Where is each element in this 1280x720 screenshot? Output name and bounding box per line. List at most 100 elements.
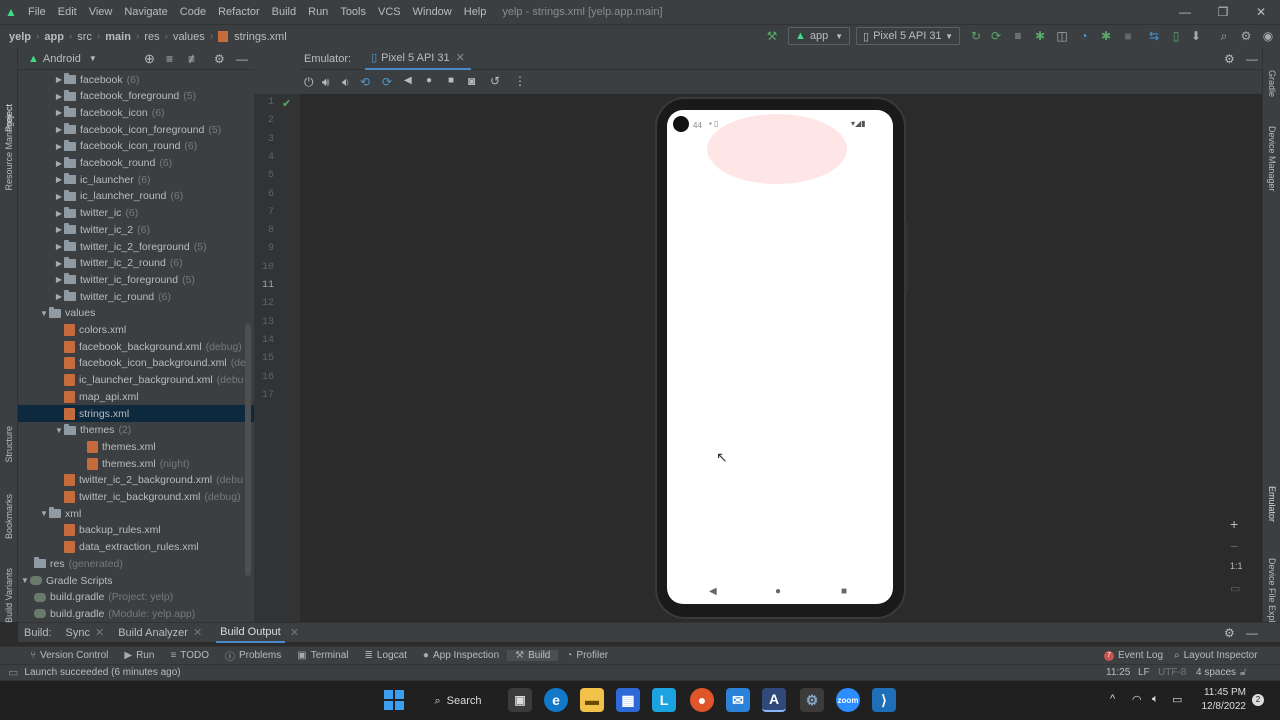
device-manager-icon[interactable]: ▯ — [1168, 28, 1184, 44]
chevron-right-icon[interactable]: ▶ — [54, 125, 64, 134]
stripe-bookmarks[interactable]: Bookmarks — [4, 494, 14, 539]
minimize-icon[interactable]: — — [1166, 0, 1204, 24]
breadcrumb-values[interactable]: values — [170, 31, 208, 43]
profile-icon[interactable]: ◔ — [1076, 28, 1092, 44]
tree-item[interactable]: ic_launcher_background.xml (debu — [18, 372, 254, 389]
tw-problems[interactable]: ⓘ Problems — [217, 648, 289, 663]
nav-home-icon[interactable]: ● — [775, 586, 781, 597]
tree-item[interactable]: twitter_ic_2_background.xml (debu — [18, 472, 254, 489]
vscode-icon[interactable]: ⟩ — [872, 688, 896, 712]
menu-tools[interactable]: Tools — [334, 0, 372, 24]
breadcrumb-res[interactable]: res — [141, 31, 162, 43]
tree-item[interactable]: themes.xml — [18, 438, 254, 455]
hide-icon[interactable]: — — [236, 52, 248, 66]
volume-up-icon[interactable]: 🔊︎ — [322, 75, 330, 90]
restore-icon[interactable]: ❐ — [1204, 0, 1242, 24]
tree-item[interactable]: ▶ facebook_foreground (5) — [18, 88, 254, 105]
close-tab-icon[interactable]: ✕ — [95, 626, 104, 639]
gear-icon[interactable]: ⚙ — [1238, 28, 1254, 44]
chevron-right-icon[interactable]: ▶ — [54, 142, 64, 151]
chevron-right-icon[interactable]: ▶ — [54, 225, 64, 234]
chevron-right-icon[interactable]: ▶ — [54, 159, 64, 168]
menu-view[interactable]: View — [83, 0, 119, 24]
battery-icon[interactable]: ▭ — [1172, 693, 1182, 706]
breadcrumb-main[interactable]: main — [102, 31, 134, 43]
tree-item[interactable]: ▼ Gradle Scripts — [18, 572, 254, 589]
breadcrumb-project[interactable]: yelp — [6, 31, 34, 43]
power-icon[interactable]: ⏻ — [304, 75, 314, 90]
device-select[interactable]: ▯ Pixel 5 API 31 ▼ — [856, 27, 960, 45]
sync-gradle-icon[interactable]: ⇆ — [1146, 28, 1162, 44]
chevron-down-icon[interactable]: ▼ — [54, 426, 64, 435]
chevron-right-icon[interactable]: ▶ — [54, 92, 64, 101]
status-toggle-icon[interactable]: ▭ — [8, 666, 18, 679]
tree-item[interactable]: ▶ ic_launcher_round (6) — [18, 188, 254, 205]
tw-todo[interactable]: ≡ TODO — [162, 650, 217, 661]
file-explorer-icon[interactable]: ▬ — [580, 688, 604, 712]
tree-item[interactable]: res (generated) — [18, 555, 254, 572]
tree-item[interactable]: ▶ facebook_icon_foreground (5) — [18, 121, 254, 138]
taskbar-time[interactable]: 11:45 PM — [1200, 687, 1246, 698]
menu-edit[interactable]: Edit — [52, 0, 83, 24]
close-tab-icon[interactable]: ✕ — [193, 626, 202, 639]
tree-item[interactable]: ▶ ic_launcher (6) — [18, 171, 254, 188]
tree-item[interactable]: build.gradle (Project: yelp) — [18, 589, 254, 606]
tree-item[interactable]: ▶ twitter_ic (6) — [18, 205, 254, 222]
tree-item[interactable]: ▶ twitter_ic_2_round (6) — [18, 255, 254, 272]
tw-run[interactable]: ▶ Run — [116, 650, 162, 661]
zoom-actual-size[interactable]: 1:1 — [1230, 561, 1243, 571]
taskbar-search[interactable]: ⌕ Search — [424, 689, 492, 713]
tab-build-analyzer[interactable]: Build Analyzer — [118, 627, 188, 639]
tree-item[interactable]: facebook_background.xml (debug) — [18, 338, 254, 355]
tree-item[interactable]: ▼ xml — [18, 505, 254, 522]
tree-item[interactable]: ▼ themes (2) — [18, 422, 254, 439]
file-encoding[interactable]: UTF-8 — [1158, 667, 1186, 678]
stripe-device-manager[interactable]: Device Manager — [1267, 126, 1277, 192]
tw-logcat[interactable]: ≣ Logcat — [357, 650, 415, 661]
emulator-tab[interactable]: ▯ Pixel 5 API 31 ✕ — [365, 48, 471, 70]
coverage-icon[interactable]: ◫ — [1054, 28, 1070, 44]
gear-icon[interactable]: ⚙ — [214, 52, 225, 66]
tw-terminal[interactable]: ▣ Terminal — [289, 650, 356, 661]
chevron-right-icon[interactable]: ▶ — [54, 292, 64, 301]
tab-build-output[interactable]: Build Output — [216, 623, 285, 643]
breadcrumb-file[interactable]: strings.xml — [231, 31, 290, 43]
settings-icon[interactable]: ⚙ — [800, 688, 824, 712]
tree-item[interactable]: backup_rules.xml — [18, 522, 254, 539]
run-config-select[interactable]: ▲ app ▼ — [788, 27, 850, 45]
stripe-structure[interactable]: Structure — [4, 426, 14, 463]
tree-item[interactable]: map_api.xml — [18, 388, 254, 405]
tree-item[interactable]: build.gradle (Module: yelp.app) — [18, 605, 254, 622]
chevron-right-icon[interactable]: ▶ — [54, 242, 64, 251]
account-icon[interactable]: ◉ — [1260, 28, 1276, 44]
tree-item[interactable]: strings.xml — [18, 405, 254, 422]
gear-icon[interactable]: ⚙ — [1224, 52, 1235, 66]
close-icon[interactable]: ✕ — [1242, 0, 1280, 24]
tree-item[interactable]: ▼ values — [18, 305, 254, 322]
build-hammer-icon[interactable]: ⚒ — [764, 28, 780, 44]
search-icon[interactable]: ⌕ — [1216, 28, 1232, 44]
app-l-icon[interactable]: L — [652, 688, 676, 712]
back-icon[interactable]: ◀ — [404, 75, 412, 86]
home-icon[interactable]: ● — [426, 75, 432, 86]
chevron-right-icon[interactable]: ▶ — [54, 259, 64, 268]
more-options-icon[interactable]: ⋮ — [514, 74, 526, 88]
show-hidden-icons[interactable]: ^ — [1110, 693, 1115, 705]
stripe-resource-manager[interactable]: Resource Manager — [4, 114, 14, 191]
stripe-emulator[interactable]: Emulator — [1267, 486, 1277, 522]
chevron-right-icon[interactable]: ▶ — [54, 209, 64, 218]
lock-icon[interactable]: 🔓︎ — [1240, 667, 1246, 678]
wifi-icon[interactable]: ◠ — [1132, 693, 1142, 706]
tree-item[interactable]: ▶ facebook (6) — [18, 71, 254, 88]
notification-badge[interactable]: 2 — [1252, 694, 1264, 706]
tree-item[interactable]: ▶ twitter_ic_round (6) — [18, 288, 254, 305]
chevron-right-icon[interactable]: ▶ — [54, 275, 64, 284]
tw-version-control[interactable]: ⑂ Version Control — [22, 650, 116, 661]
rerun-icon[interactable]: ↻ — [968, 28, 984, 44]
menu-window[interactable]: Window — [407, 0, 458, 24]
apply-changes-icon[interactable]: ⟳ — [988, 28, 1004, 44]
chevron-down-icon[interactable]: ▼ — [39, 509, 49, 518]
task-view-icon[interactable]: ▣ — [508, 688, 532, 712]
menu-run[interactable]: Run — [302, 0, 334, 24]
tw-layout-inspector[interactable]: ⌕ Layout Inspector — [1166, 650, 1266, 661]
